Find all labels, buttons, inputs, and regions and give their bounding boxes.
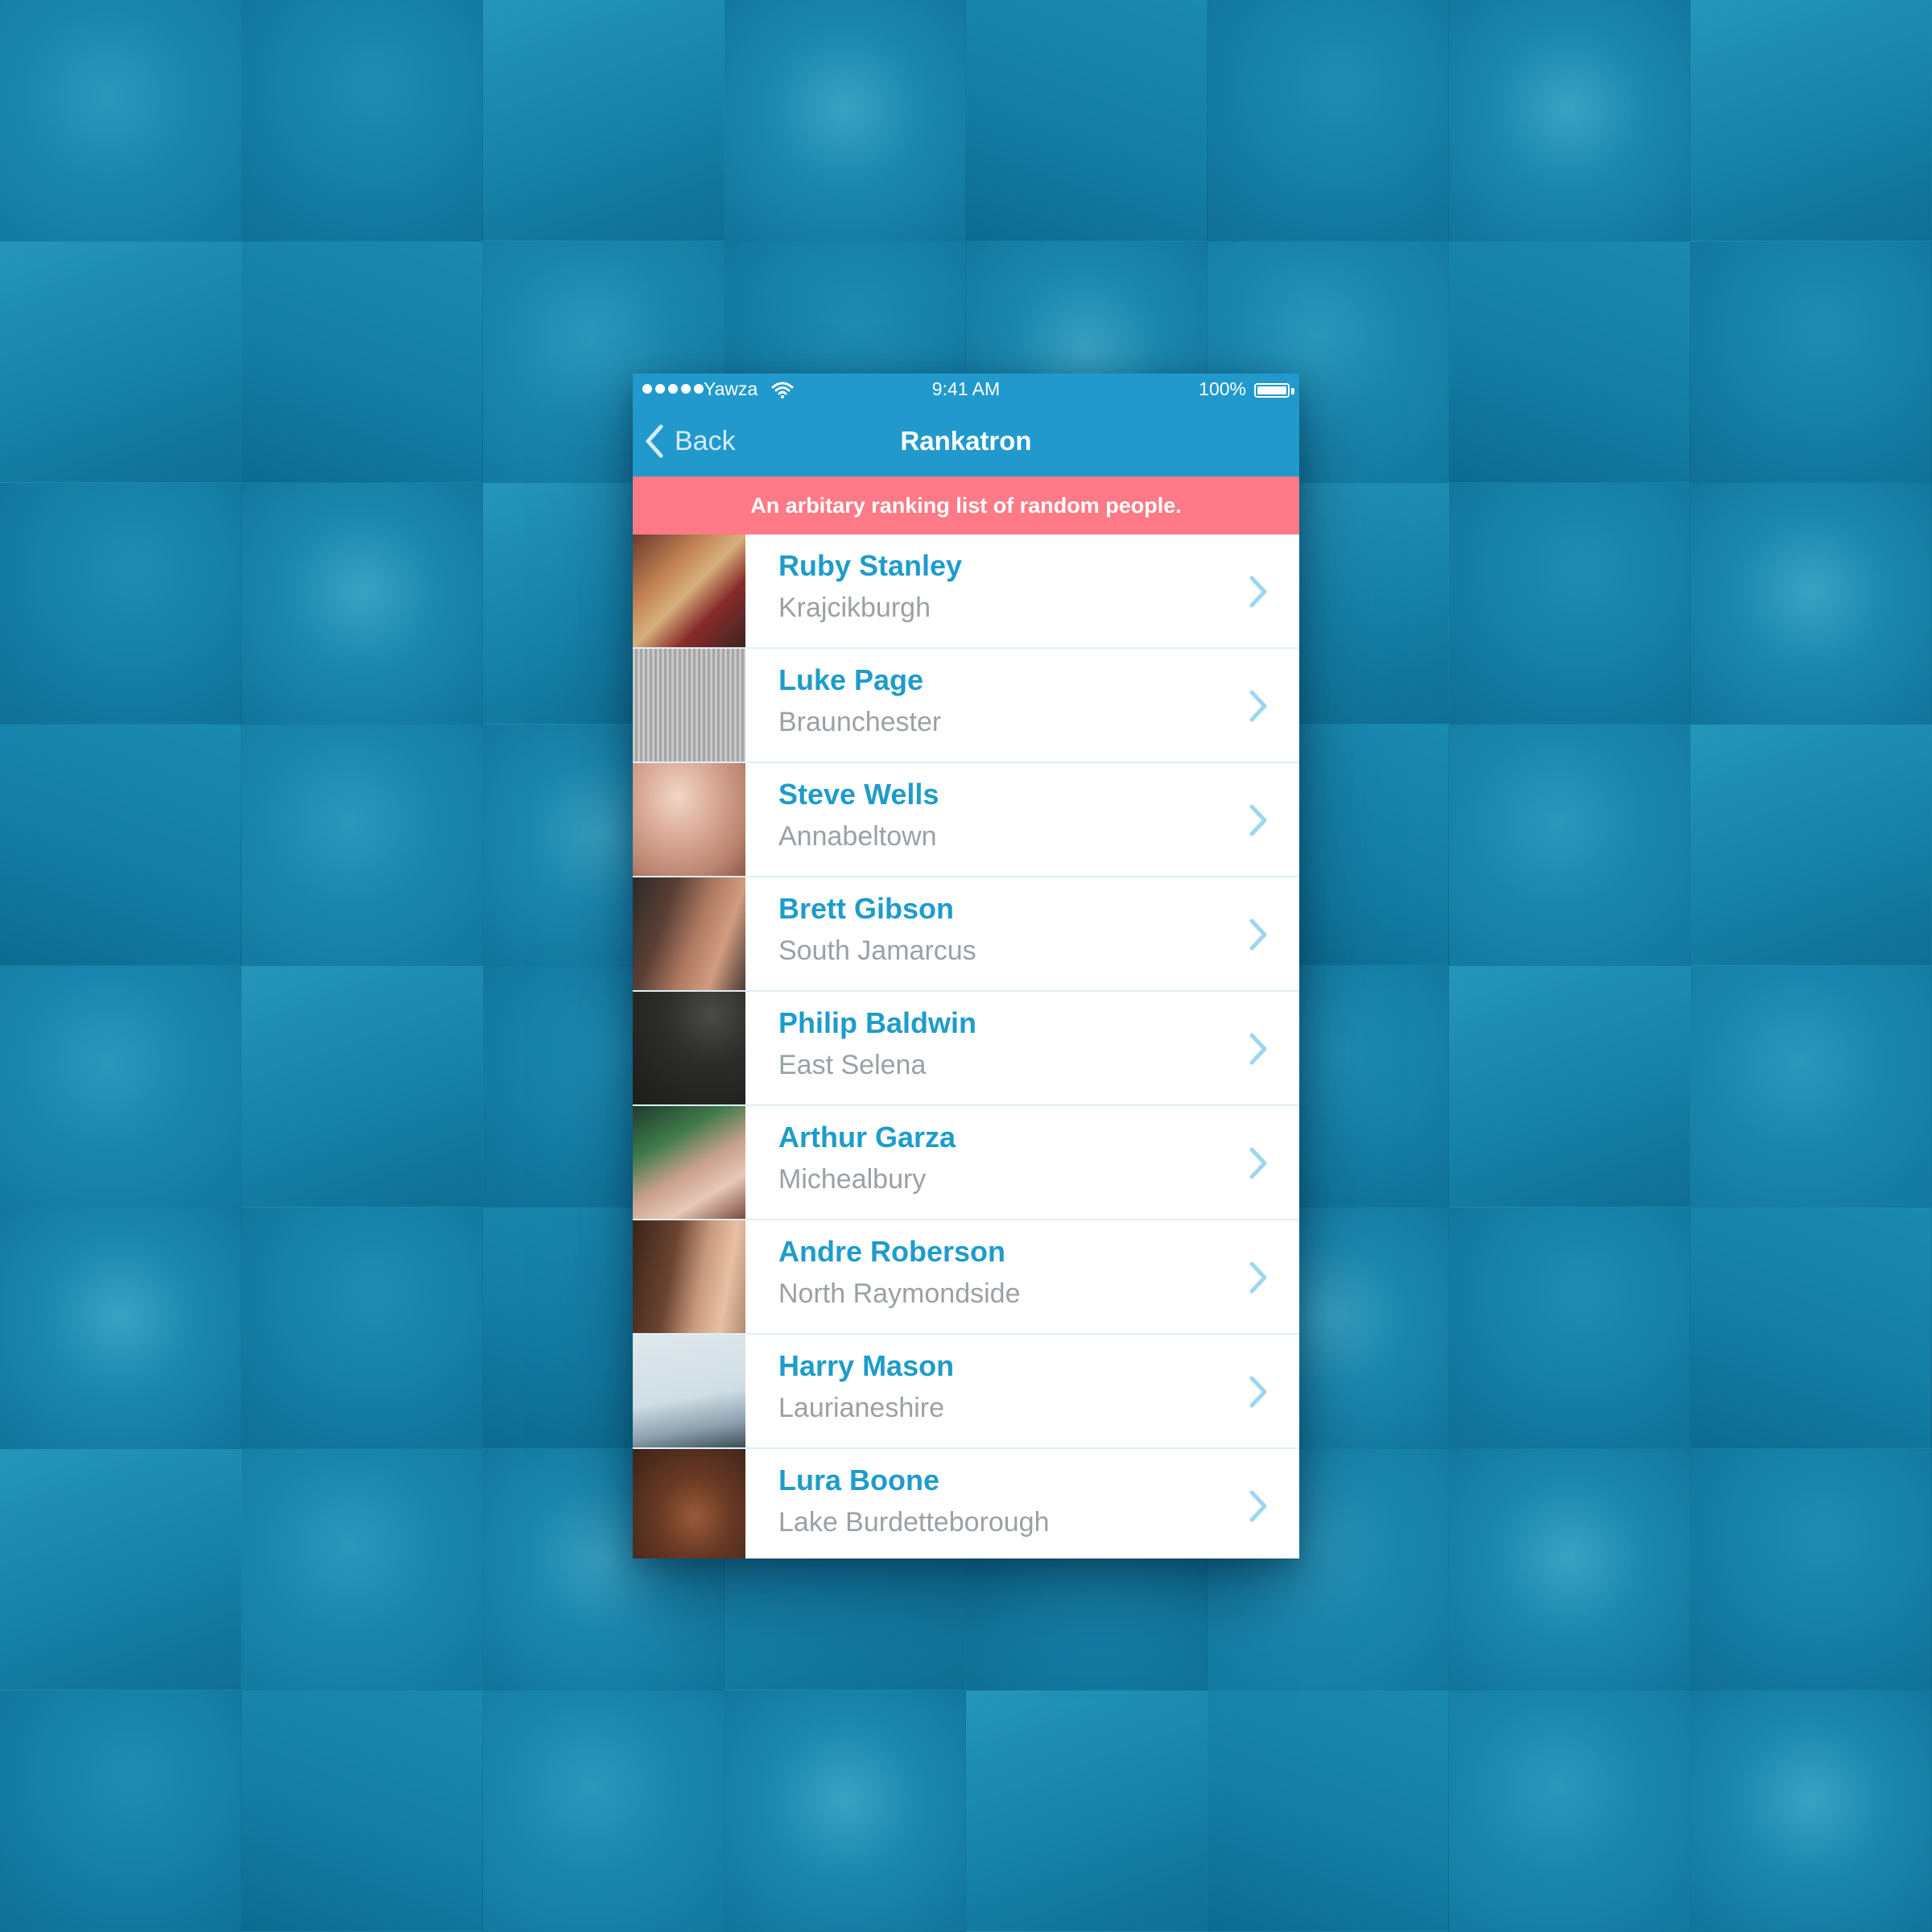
person-photo xyxy=(633,1335,745,1447)
person-photo xyxy=(633,1449,745,1558)
background-photo-tile xyxy=(242,242,483,483)
person-city: East Selena xyxy=(778,1050,927,1080)
background-photo-tile xyxy=(966,1690,1208,1932)
background-photo-tile xyxy=(1690,483,1932,724)
background-photo-tile xyxy=(1690,0,1932,242)
person-city: North Raymondside xyxy=(778,1278,1021,1309)
background-photo-tile xyxy=(1449,483,1690,724)
background-photo-tile xyxy=(242,1208,483,1449)
person-city: Braunchester xyxy=(778,707,942,737)
background-photo-tile xyxy=(1449,242,1690,483)
person-name: Luke Page xyxy=(778,663,924,696)
list-item[interactable]: Andre Roberson North Raymondside xyxy=(633,1220,1299,1335)
background-photo-tile xyxy=(1449,1690,1690,1932)
background-photo-tile xyxy=(966,0,1208,242)
background-photo-tile xyxy=(1449,724,1690,966)
person-photo xyxy=(633,649,745,762)
background-photo-tile xyxy=(0,966,242,1208)
background-photo-tile xyxy=(0,242,242,483)
person-name: Ruby Stanley xyxy=(778,549,963,582)
background-photo-tile xyxy=(483,0,724,242)
chevron-right-icon xyxy=(1249,919,1267,951)
info-banner: An arbitary ranking list of random peopl… xyxy=(633,477,1299,535)
chevron-right-icon xyxy=(1249,804,1267,836)
background-photo-tile xyxy=(724,0,966,242)
person-photo xyxy=(633,535,745,647)
background-photo-tile xyxy=(1208,1690,1449,1932)
background-photo-tile xyxy=(242,483,483,724)
person-photo xyxy=(633,1106,745,1219)
chevron-right-icon xyxy=(1249,690,1267,722)
person-photo xyxy=(633,877,745,990)
person-photo xyxy=(633,992,745,1104)
phone-screen: Yawza 9:41 AM 100% Back Rankatron An arb… xyxy=(633,374,1299,1558)
banner-text: An arbitary ranking list of random peopl… xyxy=(750,493,1182,518)
person-name: Steve Wells xyxy=(778,778,939,811)
person-city: Krajcikburgh xyxy=(778,592,931,623)
background-photo-tile xyxy=(0,1449,242,1690)
background-photo-tile xyxy=(242,0,483,242)
chevron-right-icon xyxy=(1249,1261,1267,1294)
background-photo-tile xyxy=(242,1449,483,1690)
battery-tip xyxy=(1291,388,1294,394)
list-item[interactable]: Harry Mason Laurianeshire xyxy=(633,1335,1299,1449)
background-photo-tile xyxy=(1449,1449,1690,1690)
background-photo-tile xyxy=(0,483,242,724)
list-item[interactable]: Ruby Stanley Krajcikburgh xyxy=(633,535,1299,649)
background-photo-tile xyxy=(242,966,483,1208)
page-title: Rankatron xyxy=(900,426,1032,456)
list-item[interactable]: Lura Boone Lake Burdetteborough xyxy=(633,1449,1299,1558)
person-city: Annabeltown xyxy=(778,821,937,852)
background-photo-tile xyxy=(1690,724,1932,966)
background-photo-tile xyxy=(1690,1690,1932,1932)
person-city: Lake Burdetteborough xyxy=(778,1507,1050,1538)
battery-percent: 100% xyxy=(1199,378,1246,399)
list-item[interactable]: Steve Wells Annabeltown xyxy=(633,763,1299,877)
background-photo-tile xyxy=(242,1690,483,1932)
list-item[interactable]: Luke Page Braunchester xyxy=(633,649,1299,763)
background-photo-tile xyxy=(1208,0,1449,242)
background-photo-tile xyxy=(242,724,483,966)
person-city: Laurianeshire xyxy=(778,1393,945,1423)
person-photo xyxy=(633,763,745,876)
person-name: Harry Mason xyxy=(778,1349,955,1382)
status-bar: Yawza 9:41 AM 100% xyxy=(633,374,1299,406)
ranking-list: Ruby Stanley Krajcikburgh Luke Page Brau… xyxy=(633,535,1299,1558)
person-city: South Jamarcus xyxy=(778,935,976,966)
background-photo-tile xyxy=(1690,1208,1932,1449)
person-name: Philip Baldwin xyxy=(778,1006,977,1039)
chevron-right-icon xyxy=(1249,576,1267,608)
person-name: Lura Boone xyxy=(778,1463,940,1496)
list-item[interactable]: Arthur Garza Michealbury xyxy=(633,1106,1299,1220)
chevron-right-icon xyxy=(1249,1490,1267,1522)
person-name: Andre Roberson xyxy=(778,1235,1006,1268)
background-photo-tile xyxy=(1449,1208,1690,1449)
person-name: Arthur Garza xyxy=(778,1121,956,1154)
background-photo-tile xyxy=(0,0,242,242)
person-photo xyxy=(633,1220,745,1333)
person-city: Michealbury xyxy=(778,1164,927,1195)
navigation-bar: Back Rankatron xyxy=(633,406,1299,477)
background-photo-tile xyxy=(0,1208,242,1449)
list-item[interactable]: Brett Gibson South Jamarcus xyxy=(633,877,1299,992)
chevron-right-icon xyxy=(1249,1033,1267,1065)
battery-icon xyxy=(1254,383,1290,398)
background-photo-tile xyxy=(724,1690,966,1932)
background-photo-tile xyxy=(0,1690,242,1932)
background-photo-tile xyxy=(1690,1449,1932,1690)
chevron-right-icon xyxy=(1249,1376,1267,1408)
background-photo-tile xyxy=(1690,966,1932,1208)
chevron-right-icon xyxy=(1249,1147,1267,1179)
background-photo-tile xyxy=(0,724,242,966)
background-photo-tile xyxy=(1690,242,1932,483)
background-photo-tile xyxy=(1449,0,1690,242)
background-photo-tile xyxy=(1449,966,1690,1208)
person-name: Brett Gibson xyxy=(778,892,955,925)
list-item[interactable]: Philip Baldwin East Selena xyxy=(633,992,1299,1106)
background-photo-tile xyxy=(483,1690,724,1932)
